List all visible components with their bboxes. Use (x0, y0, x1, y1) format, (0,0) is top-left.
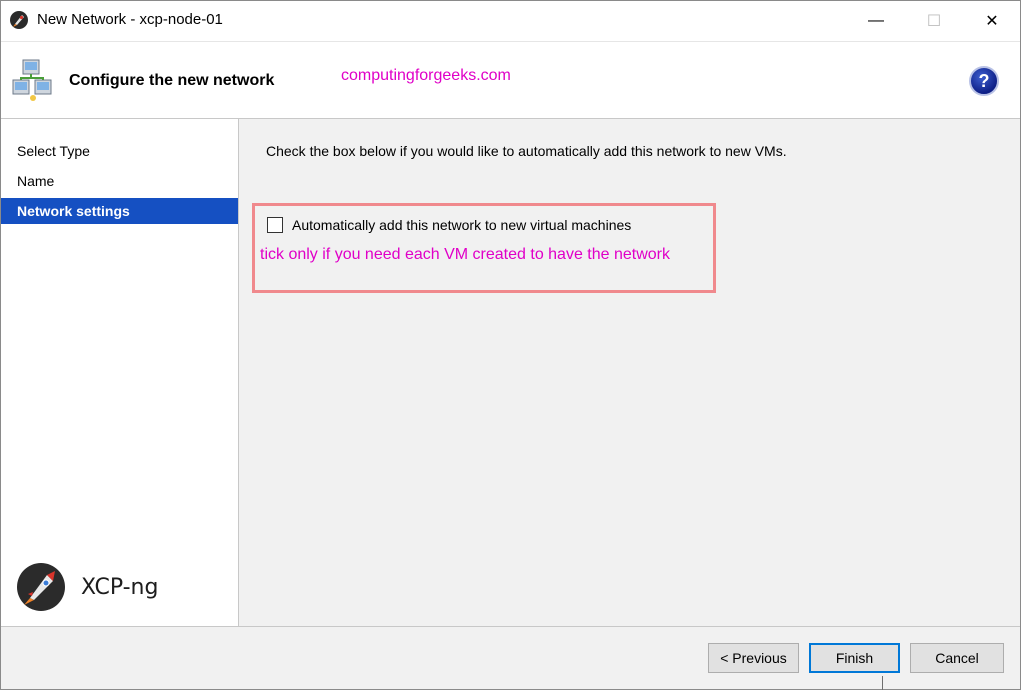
wizard-content: Check the box below if you would like to… (239, 119, 1020, 626)
annotation-text: tick only if you need each VM created to… (260, 246, 671, 263)
wizard-footer: < Previous Finish Cancel (1, 626, 1020, 689)
watermark-text: computingforgeeks.com (341, 67, 511, 84)
network-wizard-icon (12, 59, 52, 101)
xcp-ng-app-icon (10, 11, 28, 29)
window-title: New Network - xcp-node-01 (37, 11, 223, 28)
previous-button[interactable]: < Previous (708, 643, 799, 673)
step-select-type: Select Type (17, 143, 90, 159)
instruction-text: Check the box below if you would like to… (266, 143, 787, 159)
finish-button[interactable]: Finish (809, 643, 900, 673)
resize-grip (882, 676, 883, 690)
auto-add-checkbox-label[interactable]: Automatically add this network to new vi… (292, 217, 631, 233)
auto-add-checkbox[interactable] (267, 217, 283, 233)
dialog-window: New Network - xcp-node-01 — ☐ ✕ Configur… (0, 0, 1021, 690)
page-title: Configure the new network (69, 72, 275, 89)
step-network-settings: Network settings (1, 198, 238, 224)
cancel-button[interactable]: Cancel (910, 643, 1004, 673)
close-button[interactable]: ✕ (963, 1, 1020, 41)
xcp-ng-logo-icon (17, 563, 65, 611)
brand-name: XCP-ng (81, 574, 159, 600)
wizard-steps-sidebar: Select Type Name Network settings XCP-ng (1, 119, 239, 626)
step-name: Name (17, 173, 55, 189)
brand-block: XCP-ng (15, 561, 158, 613)
help-icon[interactable]: ? (969, 66, 999, 96)
title-bar: New Network - xcp-node-01 — ☐ ✕ (1, 1, 1020, 41)
wizard-header: Configure the new network computingforge… (1, 41, 1020, 119)
auto-add-checkbox-row[interactable]: Automatically add this network to new vi… (267, 217, 631, 233)
maximize-button[interactable]: ☐ (905, 1, 963, 41)
minimize-button[interactable]: — (847, 1, 905, 41)
